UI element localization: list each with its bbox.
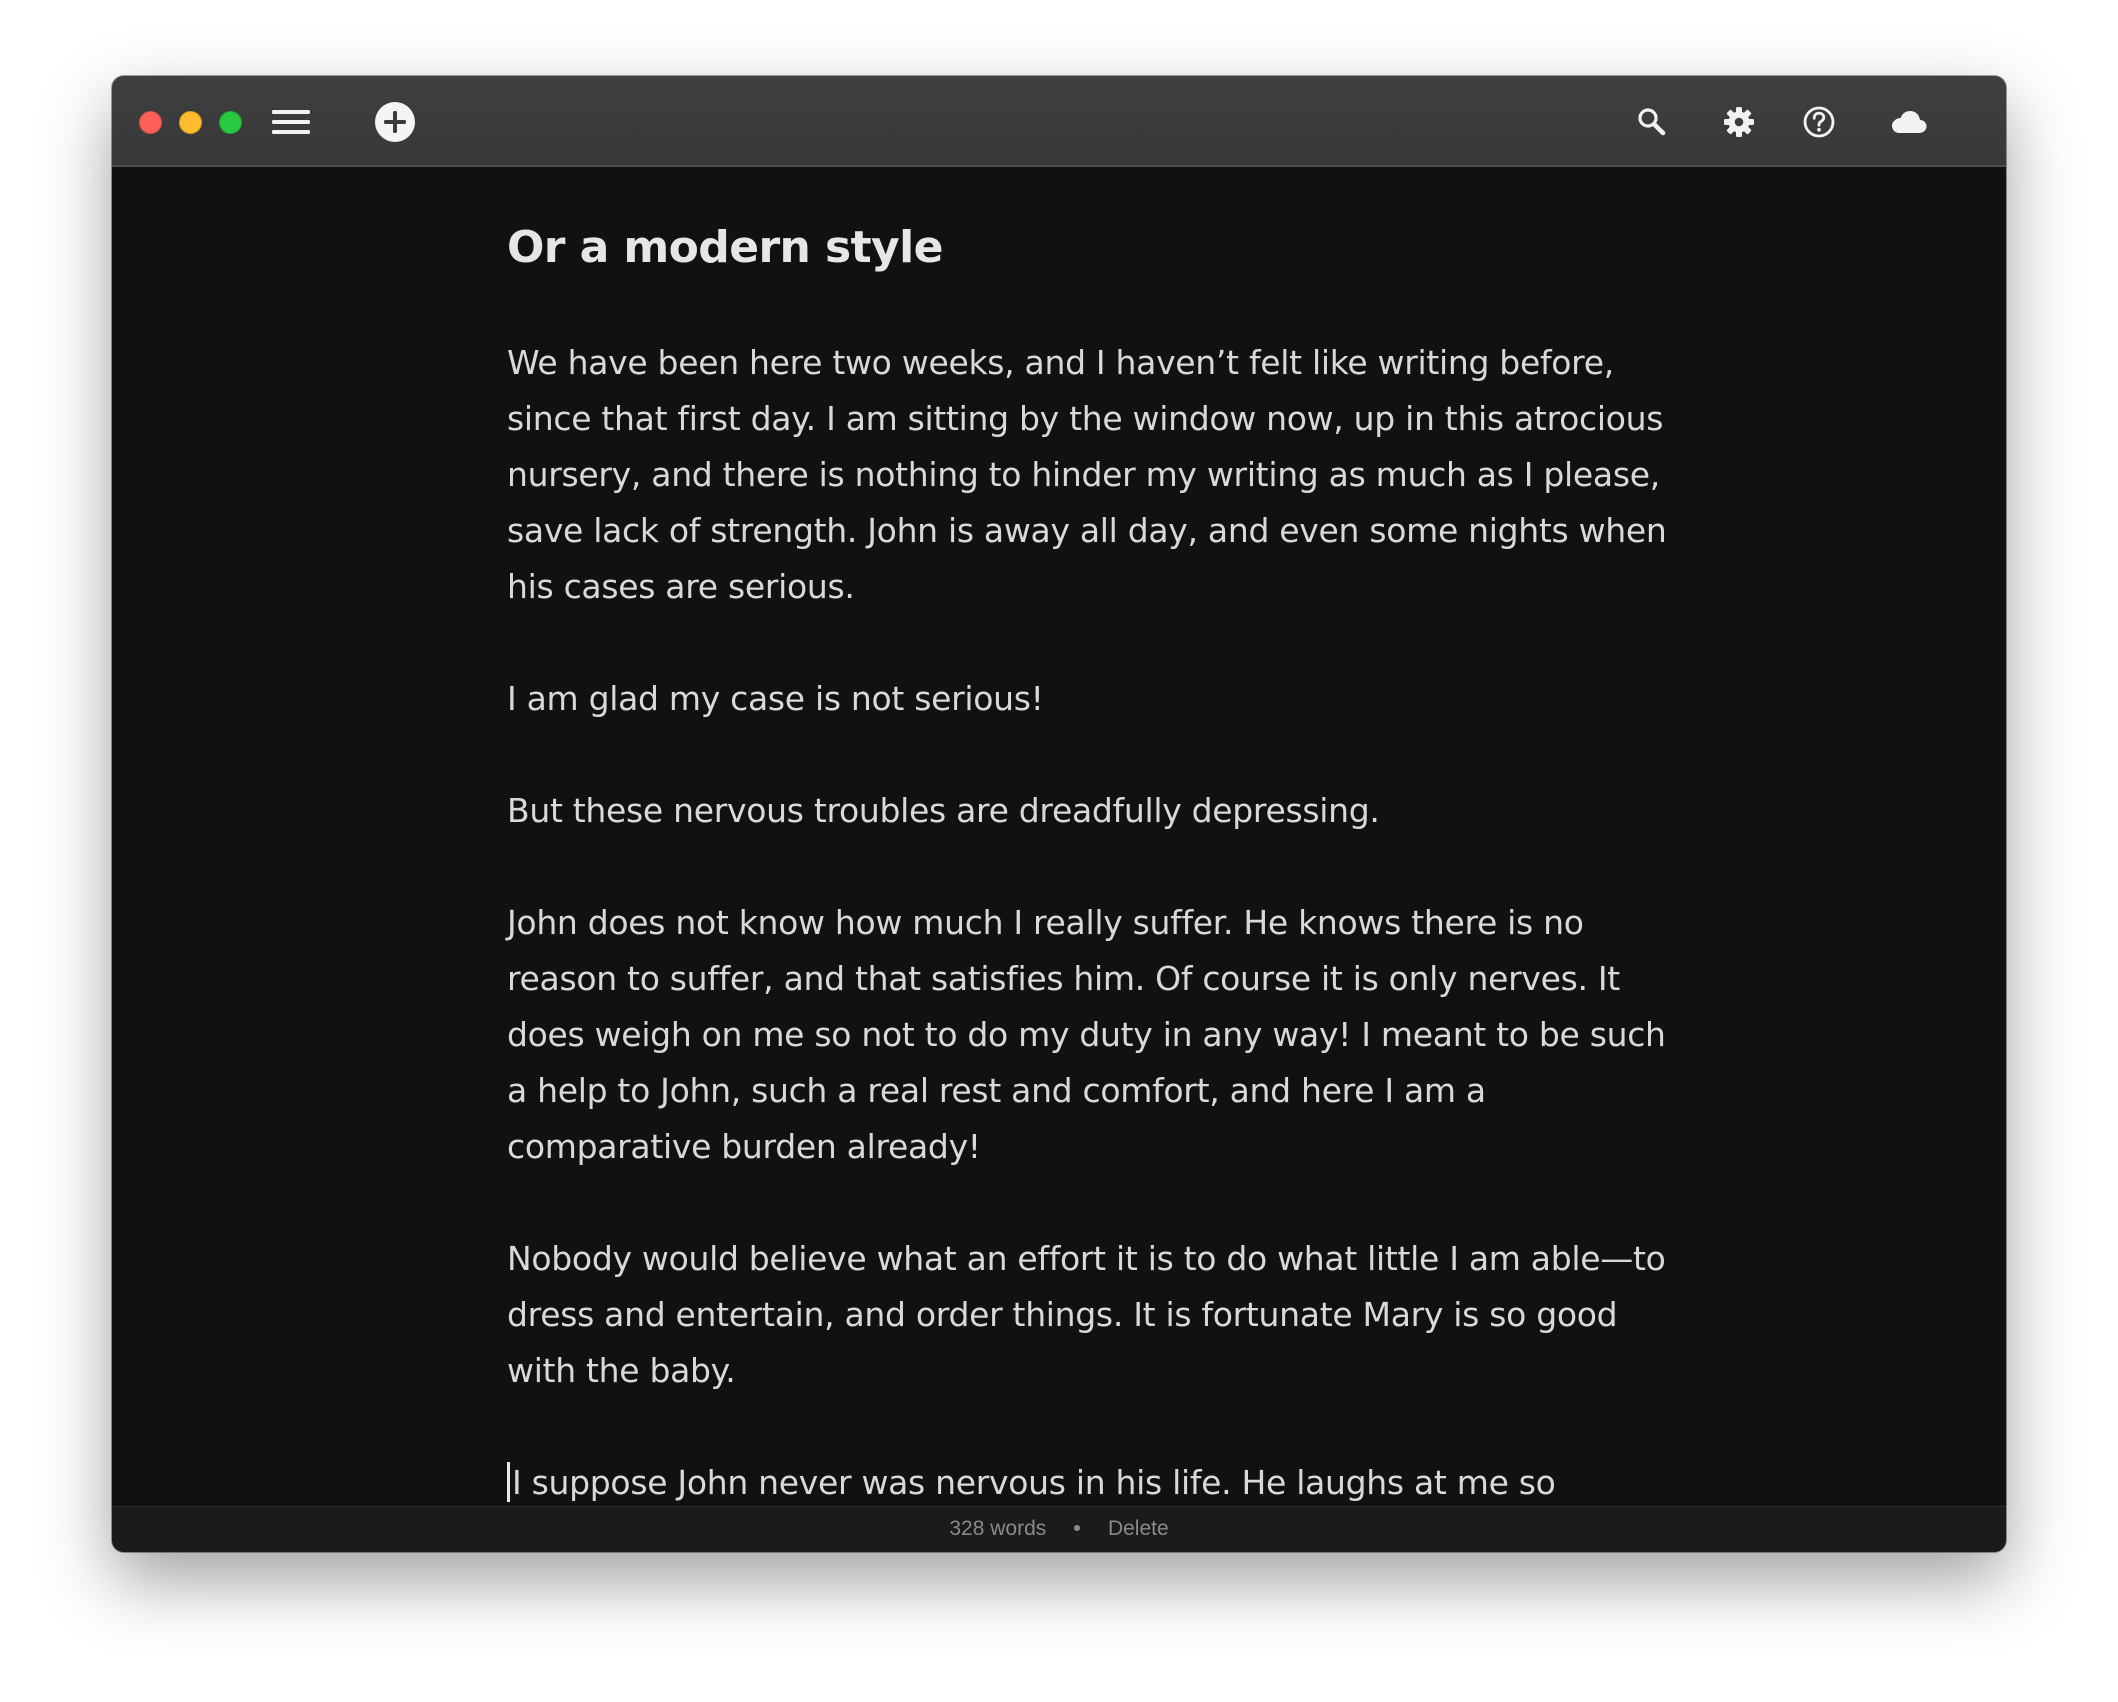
cloud-icon[interactable]: [1890, 107, 1928, 137]
editor-area[interactable]: Or a modern style We have been here two …: [112, 167, 2006, 1506]
search-icon[interactable]: [1636, 106, 1668, 138]
title-bar: [112, 76, 2006, 167]
document-heading: Or a modern style: [507, 222, 943, 273]
new-document-icon[interactable]: [374, 101, 416, 143]
document-content[interactable]: Or a modern style We have been here two …: [507, 167, 1667, 1506]
maximize-window-button[interactable]: [219, 111, 242, 134]
gear-icon[interactable]: [1722, 105, 1756, 139]
help-icon[interactable]: [1802, 105, 1836, 139]
paragraph: We have been here two weeks, and I haven…: [507, 343, 1667, 606]
status-bar: 328 words Delete: [112, 1506, 2006, 1552]
close-window-button[interactable]: [139, 111, 162, 134]
separator-dot: [1074, 1525, 1081, 1531]
paragraph: But these nervous troubles are dreadfull…: [507, 791, 1380, 830]
menu-icon[interactable]: [272, 108, 310, 136]
word-count: 328 words: [949, 1517, 1047, 1540]
text-cursor: [507, 1462, 510, 1502]
paragraph: I am glad my case is not serious!: [507, 679, 1044, 718]
paragraph-text: I suppose John never was nervous in his …: [512, 1463, 1556, 1502]
paragraph: I suppose John never was nervous in his …: [507, 1455, 1667, 1506]
editor-window: Or a modern style We have been here two …: [112, 76, 2006, 1552]
paragraph: John does not know how much I really suf…: [507, 903, 1666, 1166]
minimize-window-button[interactable]: [179, 111, 202, 134]
paragraph: Nobody would believe what an effort it i…: [507, 1239, 1666, 1390]
delete-button[interactable]: Delete: [1108, 1517, 1169, 1540]
